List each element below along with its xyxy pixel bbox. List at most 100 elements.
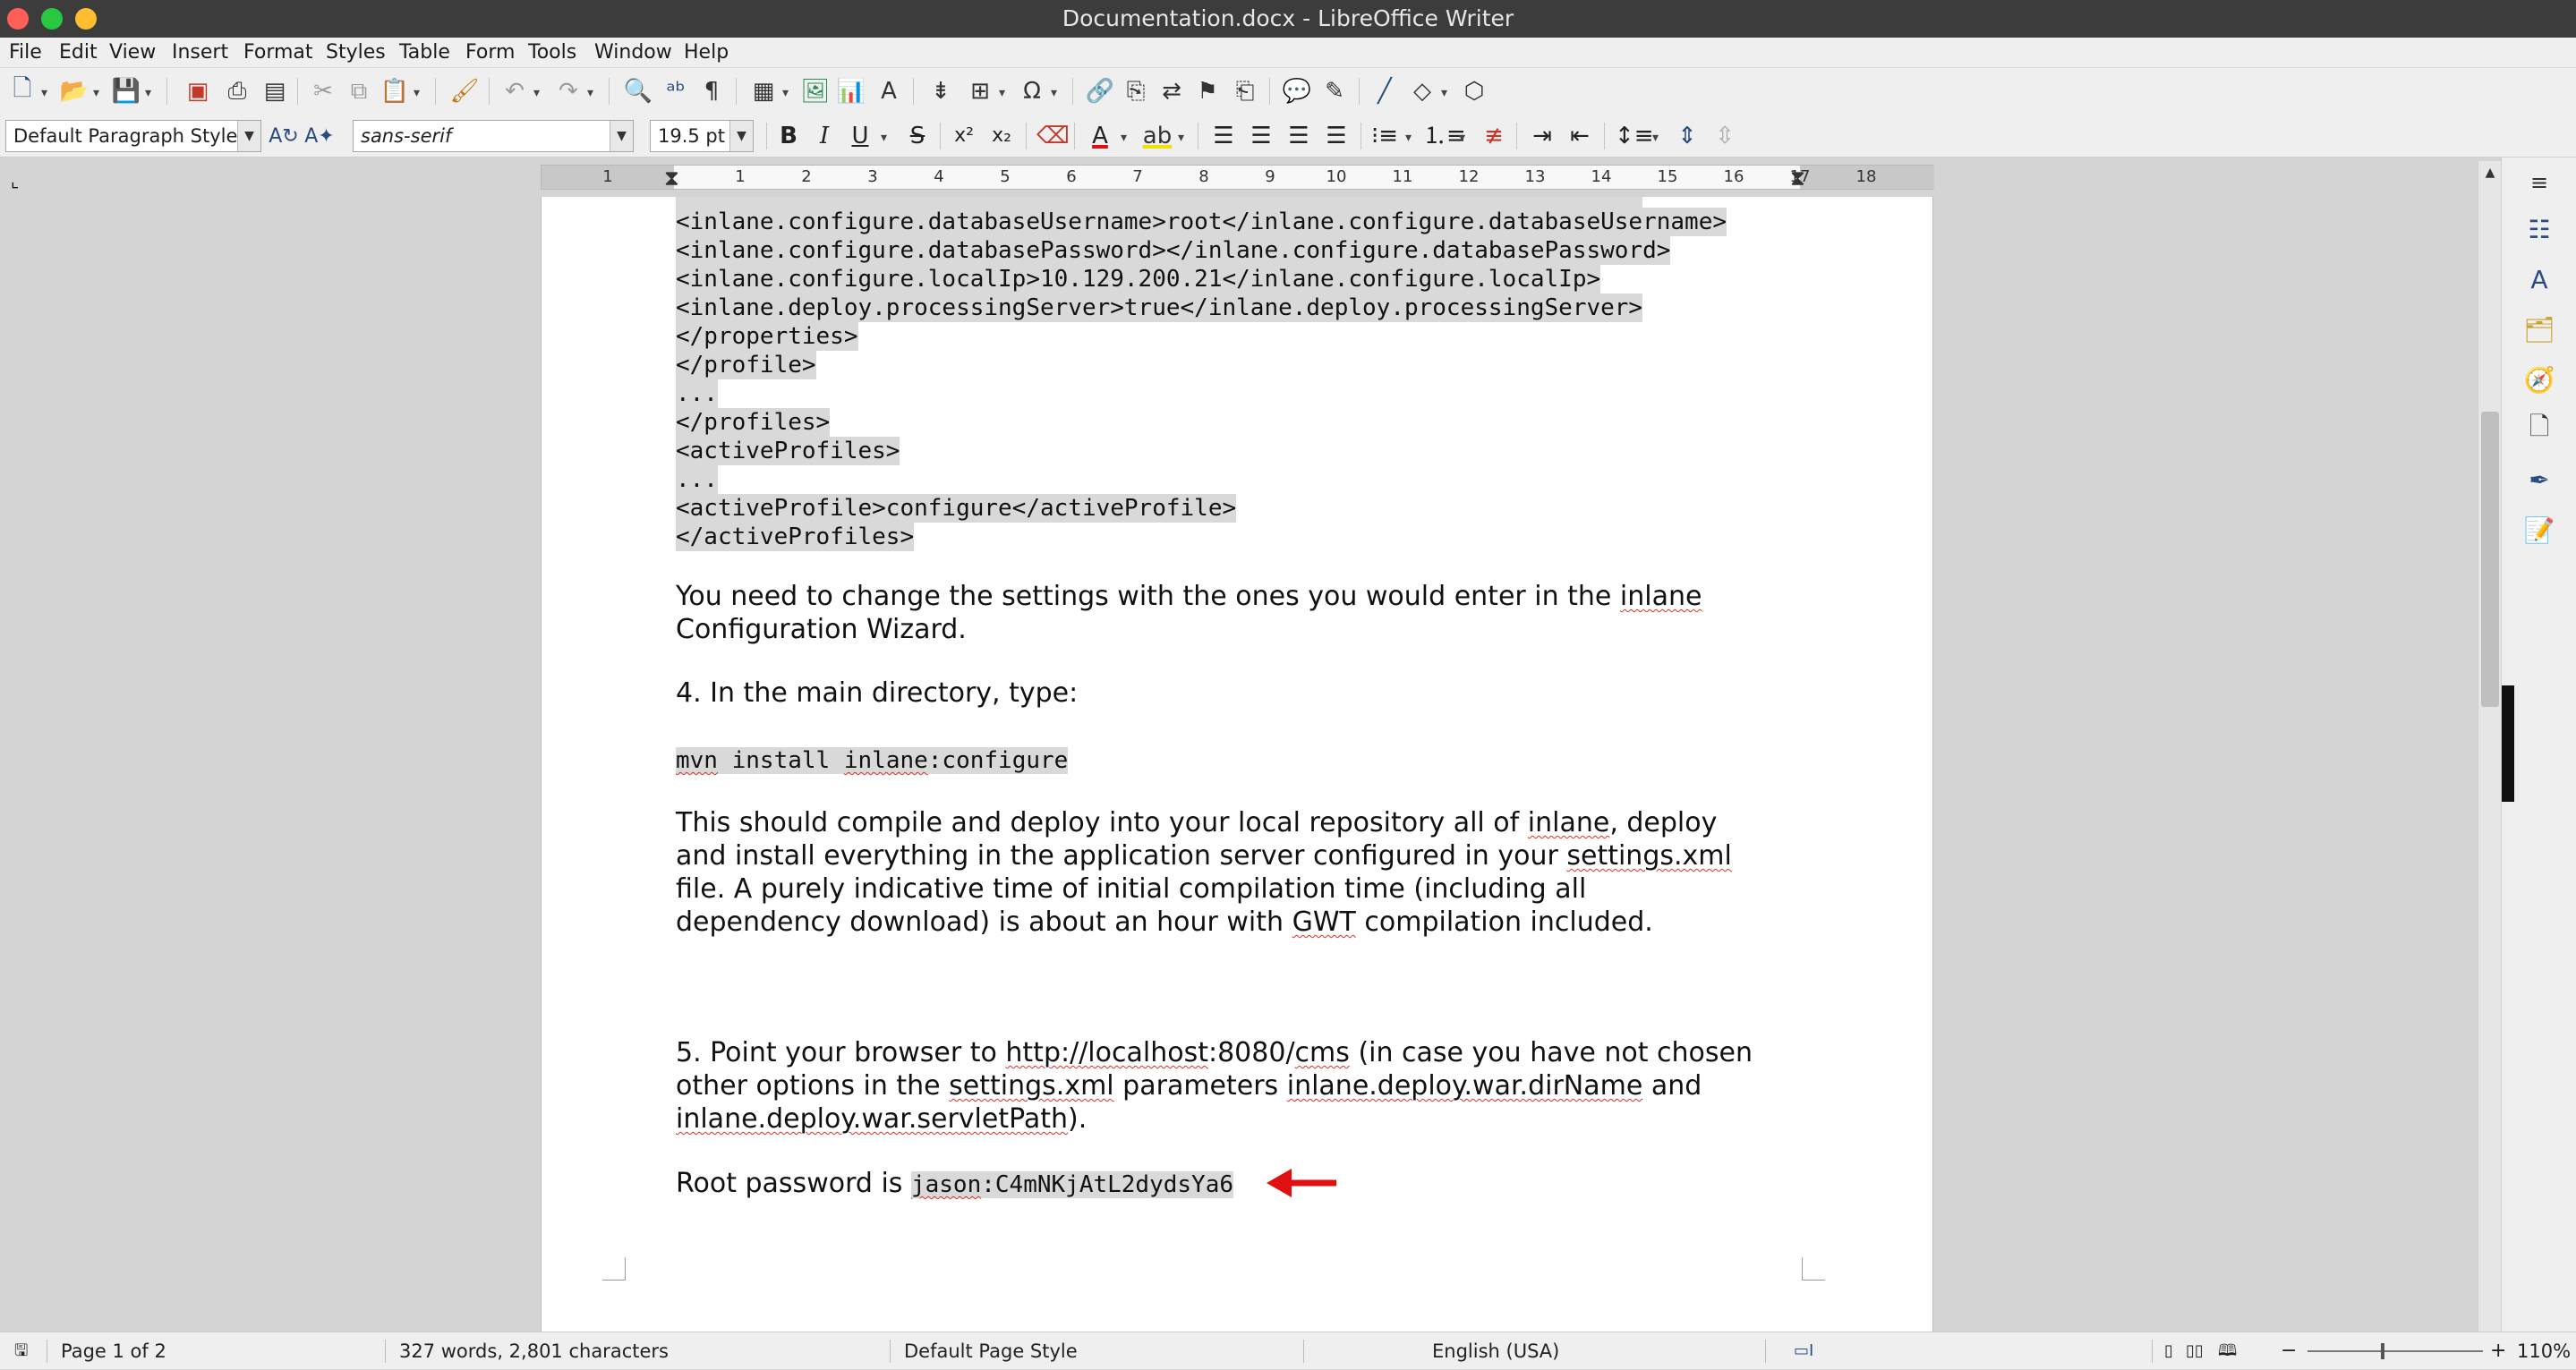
sidebar-menu-icon[interactable]: ≡: [2521, 165, 2557, 200]
document-page[interactable]: <inlane.configure.databaseUsername>root<…: [541, 197, 1933, 1332]
scrollbar-thumb[interactable]: [2481, 412, 2499, 707]
open-folder-icon[interactable]: 📂: [59, 76, 90, 106]
page-count[interactable]: Page 1 of 2: [61, 1332, 166, 1370]
zoom-in-icon[interactable]: +: [2490, 1332, 2506, 1370]
style-inspector-icon[interactable]: ✒: [2521, 462, 2557, 498]
font-color-dropdown-icon[interactable]: ▾: [1121, 132, 1131, 144]
no-list-icon[interactable]: ≢: [1479, 121, 1509, 151]
table-dropdown-icon[interactable]: ▾: [782, 87, 793, 99]
multi-page-view-icon[interactable]: ▯▯: [2186, 1332, 2204, 1370]
right-indent-marker[interactable]: ⧗: [1790, 166, 1805, 191]
insert-mode-icon[interactable]: ▭I: [1794, 1332, 1813, 1370]
font-name-combo[interactable]: sans-serif ▼: [353, 120, 634, 152]
properties-icon[interactable]: ☷: [2521, 211, 2557, 247]
cut-icon[interactable]: ✂: [308, 76, 338, 106]
basic-shapes-icon[interactable]: ◇: [1407, 76, 1437, 106]
font-size-combo[interactable]: 19.5 pt ▼: [650, 120, 754, 152]
menu-table[interactable]: Table: [399, 38, 450, 68]
scroll-up-arrow-icon[interactable]: ▲: [2478, 161, 2502, 184]
styles-icon[interactable]: A: [2521, 261, 2557, 297]
menu-styles[interactable]: Styles: [326, 38, 386, 68]
find-replace-icon[interactable]: 🔍: [623, 76, 653, 106]
strikethrough-button[interactable]: S: [902, 121, 933, 151]
menu-window[interactable]: Window: [594, 38, 672, 68]
increase-indent-icon[interactable]: ⇥: [1527, 121, 1557, 151]
bold-button[interactable]: B: [773, 121, 804, 151]
comment-icon[interactable]: 💬: [1282, 76, 1312, 106]
sidebar-collapse-handle[interactable]: [2502, 685, 2514, 802]
highlight-dropdown-icon[interactable]: ▾: [1178, 132, 1189, 144]
word-count[interactable]: 327 words, 2,801 characters: [399, 1332, 669, 1370]
menu-file[interactable]: File: [9, 38, 42, 68]
left-indent-marker[interactable]: ⧗: [664, 166, 679, 191]
line-spacing-icon[interactable]: ↕≡: [1615, 121, 1654, 151]
menu-insert[interactable]: Insert: [172, 38, 228, 68]
manage-changes-icon[interactable]: 📝: [2521, 512, 2557, 548]
special-character-icon[interactable]: Ω: [1017, 76, 1047, 106]
paragraph-spacing-icon[interactable]: ⇕: [1672, 121, 1702, 151]
insert-image-icon[interactable]: 🖼: [800, 76, 831, 106]
align-center-icon[interactable]: ☰: [1246, 121, 1276, 151]
save-icon[interactable]: 💾: [111, 76, 141, 106]
field-dropdown-icon[interactable]: ▾: [999, 87, 1010, 99]
tab-type-icon[interactable]: ⌞: [11, 170, 19, 191]
zoom-out-icon[interactable]: −: [2281, 1332, 2297, 1370]
redo-dropdown-icon[interactable]: ▾: [587, 87, 598, 99]
open-dropdown-icon[interactable]: ▾: [93, 87, 104, 99]
formatting-marks-icon[interactable]: ¶: [696, 76, 727, 106]
subscript-icon[interactable]: x₂: [986, 121, 1017, 151]
font-color-icon[interactable]: A: [1085, 121, 1115, 151]
page-style-status[interactable]: Default Page Style: [904, 1332, 1078, 1370]
single-page-view-icon[interactable]: ▯: [2164, 1332, 2173, 1370]
insert-table-icon[interactable]: ▦: [748, 76, 779, 106]
chevron-down-icon[interactable]: ▼: [237, 121, 260, 151]
print-icon[interactable]: ⎙: [222, 76, 252, 106]
line-tool-icon[interactable]: ╱: [1369, 76, 1400, 106]
horizontal-ruler[interactable]: 1 1 2 3 4 5 6 7 8 9 10 11 12 13 14 15 16…: [541, 165, 1934, 190]
italic-button[interactable]: I: [809, 121, 840, 151]
new-document-icon[interactable]: 🗋: [7, 75, 38, 106]
clear-formatting-icon[interactable]: ⌫: [1036, 121, 1070, 151]
page-icon[interactable]: 🗋: [2521, 412, 2557, 447]
new-dropdown-icon[interactable]: ▾: [41, 87, 52, 99]
zoom-slider[interactable]: [2307, 1350, 2483, 1352]
chevron-down-icon[interactable]: ▼: [729, 121, 753, 151]
menu-format[interactable]: Format: [243, 38, 313, 68]
paste-dropdown-icon[interactable]: ▾: [414, 87, 424, 99]
insert-field-icon[interactable]: ⊞: [965, 76, 995, 106]
hyperlink-icon[interactable]: 🔗: [1085, 76, 1115, 106]
spelling-icon[interactable]: ᵃᵇ: [661, 76, 691, 106]
chevron-down-icon[interactable]: ▼: [610, 121, 633, 151]
copy-icon[interactable]: ⧉: [344, 76, 374, 106]
footnote-icon[interactable]: ⎘: [1121, 76, 1151, 106]
highlight-icon[interactable]: ab: [1142, 121, 1173, 151]
track-changes-icon[interactable]: ✎: [1319, 76, 1350, 106]
align-left-icon[interactable]: ☰: [1208, 121, 1239, 151]
navigator-icon[interactable]: 🧭: [2521, 362, 2557, 397]
align-right-icon[interactable]: ☰: [1284, 121, 1314, 151]
shapes-dropdown-icon[interactable]: ▾: [1441, 87, 1452, 99]
underline-button[interactable]: U: [845, 121, 875, 151]
decrease-indent-icon[interactable]: ⇤: [1565, 121, 1595, 151]
justify-icon[interactable]: ☰: [1321, 121, 1352, 151]
cross-reference-icon[interactable]: ⇄: [1156, 76, 1187, 106]
vertical-scrollbar[interactable]: ▲: [2478, 161, 2501, 1332]
undo-icon[interactable]: ↶: [499, 76, 530, 106]
superscript-icon[interactable]: x²: [949, 121, 979, 151]
insert-chart-icon[interactable]: 📊: [836, 76, 866, 106]
insert-textbox-icon[interactable]: A: [874, 76, 904, 106]
line-spacing-dropdown-icon[interactable]: ▾: [1652, 132, 1663, 144]
export-pdf-icon[interactable]: ▣: [183, 76, 213, 106]
menu-view[interactable]: View: [109, 38, 156, 68]
book-view-icon[interactable]: 🕮: [2218, 1332, 2237, 1370]
language-status[interactable]: English (USA): [1432, 1332, 1559, 1370]
menu-form[interactable]: Form: [465, 38, 515, 68]
numbered-list-icon[interactable]: ⒈≡: [1423, 121, 1466, 151]
clone-formatting-icon[interactable]: 🖌: [449, 76, 480, 106]
menu-tools[interactable]: Tools: [528, 38, 576, 68]
paste-icon[interactable]: 📋: [380, 76, 410, 106]
decrease-spacing-icon[interactable]: ⇳: [1710, 121, 1740, 151]
bookmark-icon[interactable]: ⚑: [1192, 76, 1223, 106]
menu-help[interactable]: Help: [684, 38, 729, 68]
numbering-dropdown-icon[interactable]: ▾: [1459, 132, 1470, 144]
